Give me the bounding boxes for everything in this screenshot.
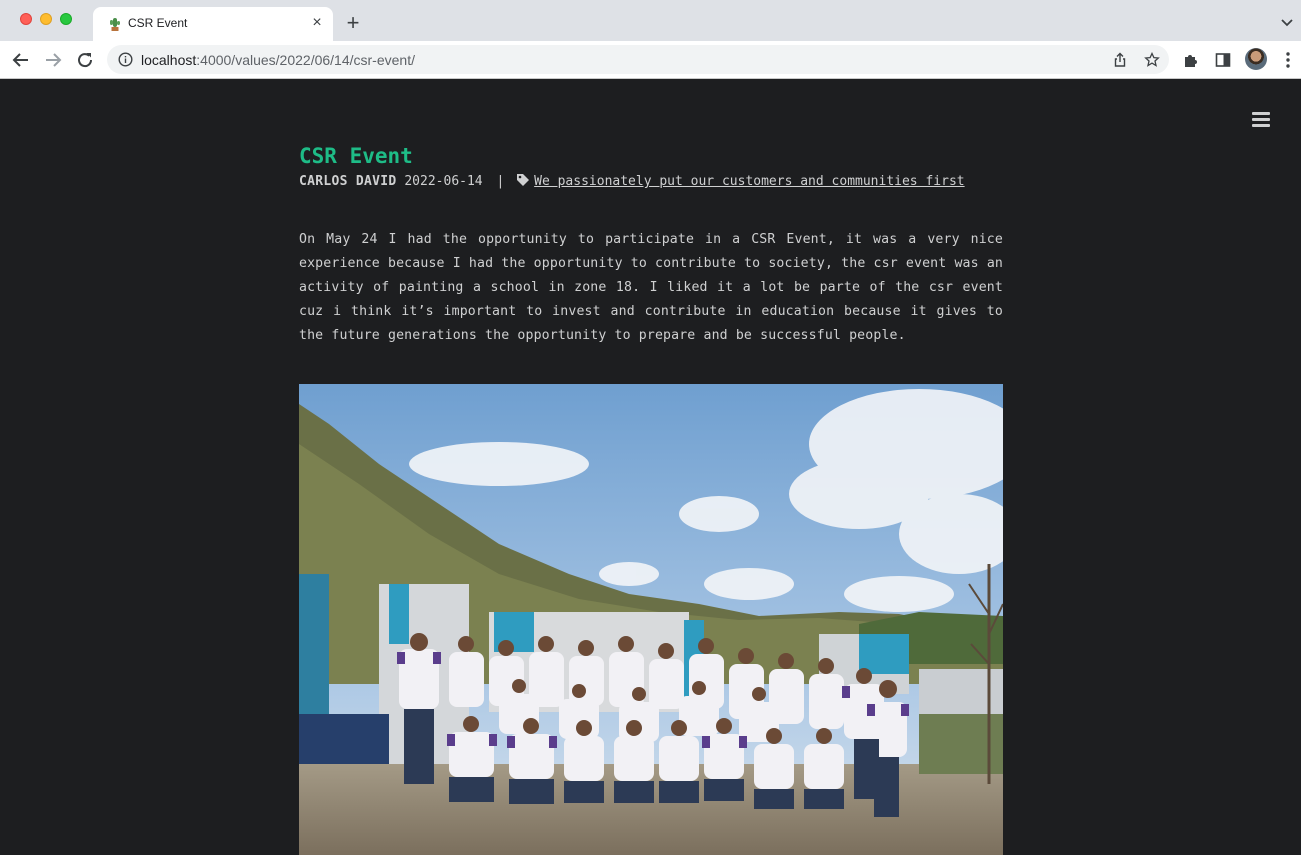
back-arrow-icon[interactable] xyxy=(10,49,32,71)
chevron-down-icon[interactable] xyxy=(1280,15,1294,29)
meta-separator: | xyxy=(496,174,505,189)
close-window-button[interactable] xyxy=(20,13,32,25)
tab-close-button[interactable]: × xyxy=(309,15,325,31)
browser-tab[interactable]: CSR Event × xyxy=(93,7,333,41)
forward-arrow-icon[interactable] xyxy=(42,49,64,71)
info-icon[interactable] xyxy=(118,52,133,67)
browser-toolbar: localhost:4000/values/2022/06/14/csr-eve… xyxy=(0,41,1301,79)
cactus-favicon-icon xyxy=(110,18,120,31)
share-icon[interactable] xyxy=(1112,52,1128,68)
more-options-icon[interactable] xyxy=(1282,51,1294,69)
address-bar[interactable]: localhost:4000/values/2022/06/14/csr-eve… xyxy=(107,45,1169,74)
hamburger-menu-icon[interactable] xyxy=(1252,112,1272,130)
tag-icon xyxy=(517,174,530,186)
group-photo-illustration xyxy=(299,384,1003,855)
url-host: localhost xyxy=(141,52,197,68)
url-path: :4000/values/2022/06/14/csr-event/ xyxy=(196,52,415,68)
post-author: CARLOS DAVID xyxy=(299,174,397,189)
post-date: 2022-06-14 xyxy=(404,174,483,189)
reload-icon[interactable] xyxy=(74,49,96,71)
post-meta: CARLOS DAVID 2022-06-14 | We passionatel… xyxy=(299,173,1003,191)
post-title: CSR Event xyxy=(299,144,413,168)
minimize-window-button[interactable] xyxy=(40,13,52,25)
bookmark-star-icon[interactable] xyxy=(1144,52,1160,68)
post-tag-link[interactable]: We passionately put our customers and co… xyxy=(534,174,964,189)
side-panel-icon[interactable] xyxy=(1214,51,1232,69)
maximize-window-button[interactable] xyxy=(60,13,72,25)
post-body: On May 24 I had the opportunity to parti… xyxy=(299,232,1003,343)
blog-post: CSR Event CARLOS DAVID 2022-06-14 | We p… xyxy=(299,140,1003,361)
url-text[interactable]: localhost:4000/values/2022/06/14/csr-eve… xyxy=(141,52,415,68)
profile-avatar[interactable] xyxy=(1245,48,1267,70)
group-photo xyxy=(299,384,1003,855)
browser-tab-strip: CSR Event × + xyxy=(0,0,1301,41)
new-tab-button[interactable]: + xyxy=(343,12,363,34)
tab-title: CSR Event xyxy=(128,16,188,30)
extensions-puzzle-icon[interactable] xyxy=(1182,51,1200,69)
